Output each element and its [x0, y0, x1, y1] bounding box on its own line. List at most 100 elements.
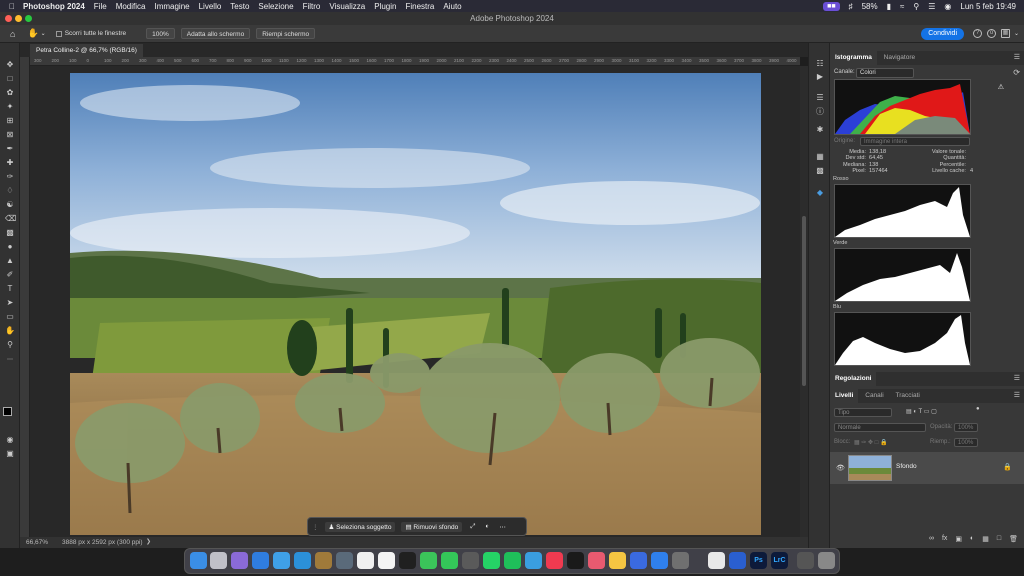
fill-input[interactable]: 100%: [954, 438, 978, 447]
recent-document-icon[interactable]: [797, 552, 814, 569]
drag-handle-icon[interactable]: ⋮: [312, 523, 319, 531]
tab-channels[interactable]: Canali: [860, 389, 888, 403]
layer-kind-filter[interactable]: Tipo: [834, 408, 892, 417]
refresh-histogram-icon[interactable]: ⟳: [1013, 68, 1020, 77]
document-image[interactable]: [70, 73, 761, 535]
more-tools-icon[interactable]: ⋯: [5, 355, 15, 365]
frame-tool-icon[interactable]: ⊠: [5, 130, 15, 140]
history-panel-icon[interactable]: ☷: [815, 59, 825, 69]
info-panel-icon[interactable]: ⓘ: [815, 107, 825, 117]
hand-tool-icon[interactable]: ✋: [27, 28, 38, 39]
horizontal-ruler[interactable]: 300 200 100 0 100 200 300 400 500 600 700 800 900 100…: [30, 57, 800, 66]
menu-visualizza[interactable]: Visualizza: [329, 2, 365, 11]
settings-icon[interactable]: [672, 552, 689, 569]
quick-mask-icon[interactable]: ◉: [5, 435, 15, 445]
foreground-color-swatch[interactable]: [3, 407, 12, 416]
channel-select[interactable]: Colori: [856, 68, 914, 78]
app-icon-2[interactable]: [315, 552, 332, 569]
zoom-tool-icon[interactable]: ⚲: [5, 340, 15, 350]
layer-thumbnail[interactable]: [848, 455, 892, 481]
finder-icon[interactable]: [190, 552, 207, 569]
reminders-icon[interactable]: [378, 552, 395, 569]
remove-background-button[interactable]: ▤ Rimuovi sfondo: [401, 521, 463, 532]
marquee-tool-icon[interactable]: □: [5, 74, 15, 84]
whatsapp-icon[interactable]: [483, 552, 500, 569]
status-arrow-icon[interactable]: ❯: [146, 537, 151, 548]
clone-stamp-icon[interactable]: ♢: [5, 186, 15, 196]
select-subject-button[interactable]: ♟ Seleziona soggetto: [324, 521, 396, 532]
menu-file[interactable]: File: [94, 2, 107, 11]
app-icon-4[interactable]: [462, 552, 479, 569]
search-icon[interactable]: ⚲: [913, 2, 919, 11]
menu-plugin[interactable]: Plugin: [374, 2, 396, 11]
maximize-window-icon[interactable]: [25, 15, 32, 22]
siri-icon[interactable]: ◉: [944, 2, 951, 11]
workspace-chevron-icon[interactable]: ⌄: [1014, 30, 1019, 37]
workspace-icon[interactable]: ▦: [1001, 29, 1010, 38]
tab-histogram[interactable]: Istogramma: [830, 51, 877, 65]
crop-tool-icon[interactable]: ⊞: [5, 116, 15, 126]
safari-icon[interactable]: [273, 552, 290, 569]
app-icon-7[interactable]: [708, 552, 725, 569]
learn-icon[interactable]: ?: [973, 29, 982, 38]
spot-healing-icon[interactable]: ✚: [5, 158, 15, 168]
ps-status-icon[interactable]: ■■: [823, 1, 840, 11]
hand-tool-icon[interactable]: ✋: [5, 326, 15, 336]
app-icon-8[interactable]: [729, 552, 746, 569]
menu-selezione[interactable]: Selezione: [258, 2, 293, 11]
filter-toggle-icon[interactable]: ●: [976, 406, 980, 412]
layer-comps-icon[interactable]: ◆: [815, 188, 825, 198]
menu-finestra[interactable]: Finestra: [405, 2, 434, 11]
menu-immagine[interactable]: Immagine: [154, 2, 189, 11]
more-options-icon[interactable]: ⋯: [499, 523, 506, 531]
photos-icon[interactable]: [609, 552, 626, 569]
rectangle-tool-icon[interactable]: ▭: [5, 312, 15, 322]
app-icon-6[interactable]: [630, 552, 647, 569]
layer-lock-icon[interactable]: 🔒: [1003, 463, 1012, 471]
brush-tool-icon[interactable]: ✑: [5, 172, 15, 182]
calendar-icon[interactable]: [357, 552, 374, 569]
close-window-icon[interactable]: [5, 15, 12, 22]
lasso-tool-icon[interactable]: ✿: [5, 88, 15, 98]
search-help-icon[interactable]: o: [987, 29, 996, 38]
new-layer-icon[interactable]: □: [997, 535, 1001, 548]
menu-filtro[interactable]: Filtro: [303, 2, 321, 11]
facetime-icon[interactable]: [441, 552, 458, 569]
document-dimensions[interactable]: 3888 px x 2592 px (300 ppi): [62, 537, 143, 548]
photoshop-icon[interactable]: Ps: [750, 552, 767, 569]
tab-navigator[interactable]: Navigatore: [879, 51, 920, 65]
vertical-scrollbar[interactable]: [800, 66, 808, 537]
lightroom-classic-icon[interactable]: LrC: [771, 552, 788, 569]
layer-row-background[interactable]: 👁 Sfondo 🔒: [830, 452, 1024, 484]
eyedropper-icon[interactable]: ✒: [5, 144, 15, 154]
move-tool-icon[interactable]: ✥: [5, 60, 15, 70]
zoom-100-button[interactable]: 100%: [146, 28, 175, 39]
appstore-icon-2[interactable]: [651, 552, 668, 569]
whatsapp-icon-2[interactable]: [504, 552, 521, 569]
visibility-eye-icon[interactable]: 👁: [836, 464, 845, 472]
control-center-icon[interactable]: ☰: [928, 2, 935, 11]
blur-tool-icon[interactable]: ●: [5, 242, 15, 252]
blend-mode-select[interactable]: Normale: [834, 423, 926, 432]
layer-name[interactable]: Sfondo: [896, 463, 917, 470]
fit-screen-button[interactable]: Adatta allo schermo: [180, 28, 251, 39]
tv-icon[interactable]: [567, 552, 584, 569]
launchpad-icon[interactable]: [210, 552, 227, 569]
adjustment-icon[interactable]: ◐: [485, 523, 489, 530]
vertical-ruler[interactable]: [20, 57, 30, 537]
battery-icon[interactable]: ▮: [887, 2, 891, 11]
layers-menu-icon[interactable]: ☰: [1014, 391, 1020, 399]
actions-panel-icon[interactable]: ▶: [815, 72, 825, 82]
gradient-tool-icon[interactable]: ▩: [5, 228, 15, 238]
trash-icon[interactable]: [818, 552, 835, 569]
source-select[interactable]: Immagine intera: [860, 137, 970, 146]
path-selection-icon[interactable]: ➤: [5, 298, 15, 308]
messages-icon[interactable]: [420, 552, 437, 569]
tab-paths[interactable]: Tracciati: [891, 389, 925, 403]
swatches-panel-icon[interactable]: ▩: [815, 166, 825, 176]
chrome-icon[interactable]: [294, 552, 311, 569]
menu-testo[interactable]: Testo: [230, 2, 249, 11]
zoom-level[interactable]: 66,67%: [26, 537, 48, 548]
menu-aiuto[interactable]: Aiuto: [443, 2, 461, 11]
dodge-tool-icon[interactable]: ▲: [5, 256, 15, 266]
